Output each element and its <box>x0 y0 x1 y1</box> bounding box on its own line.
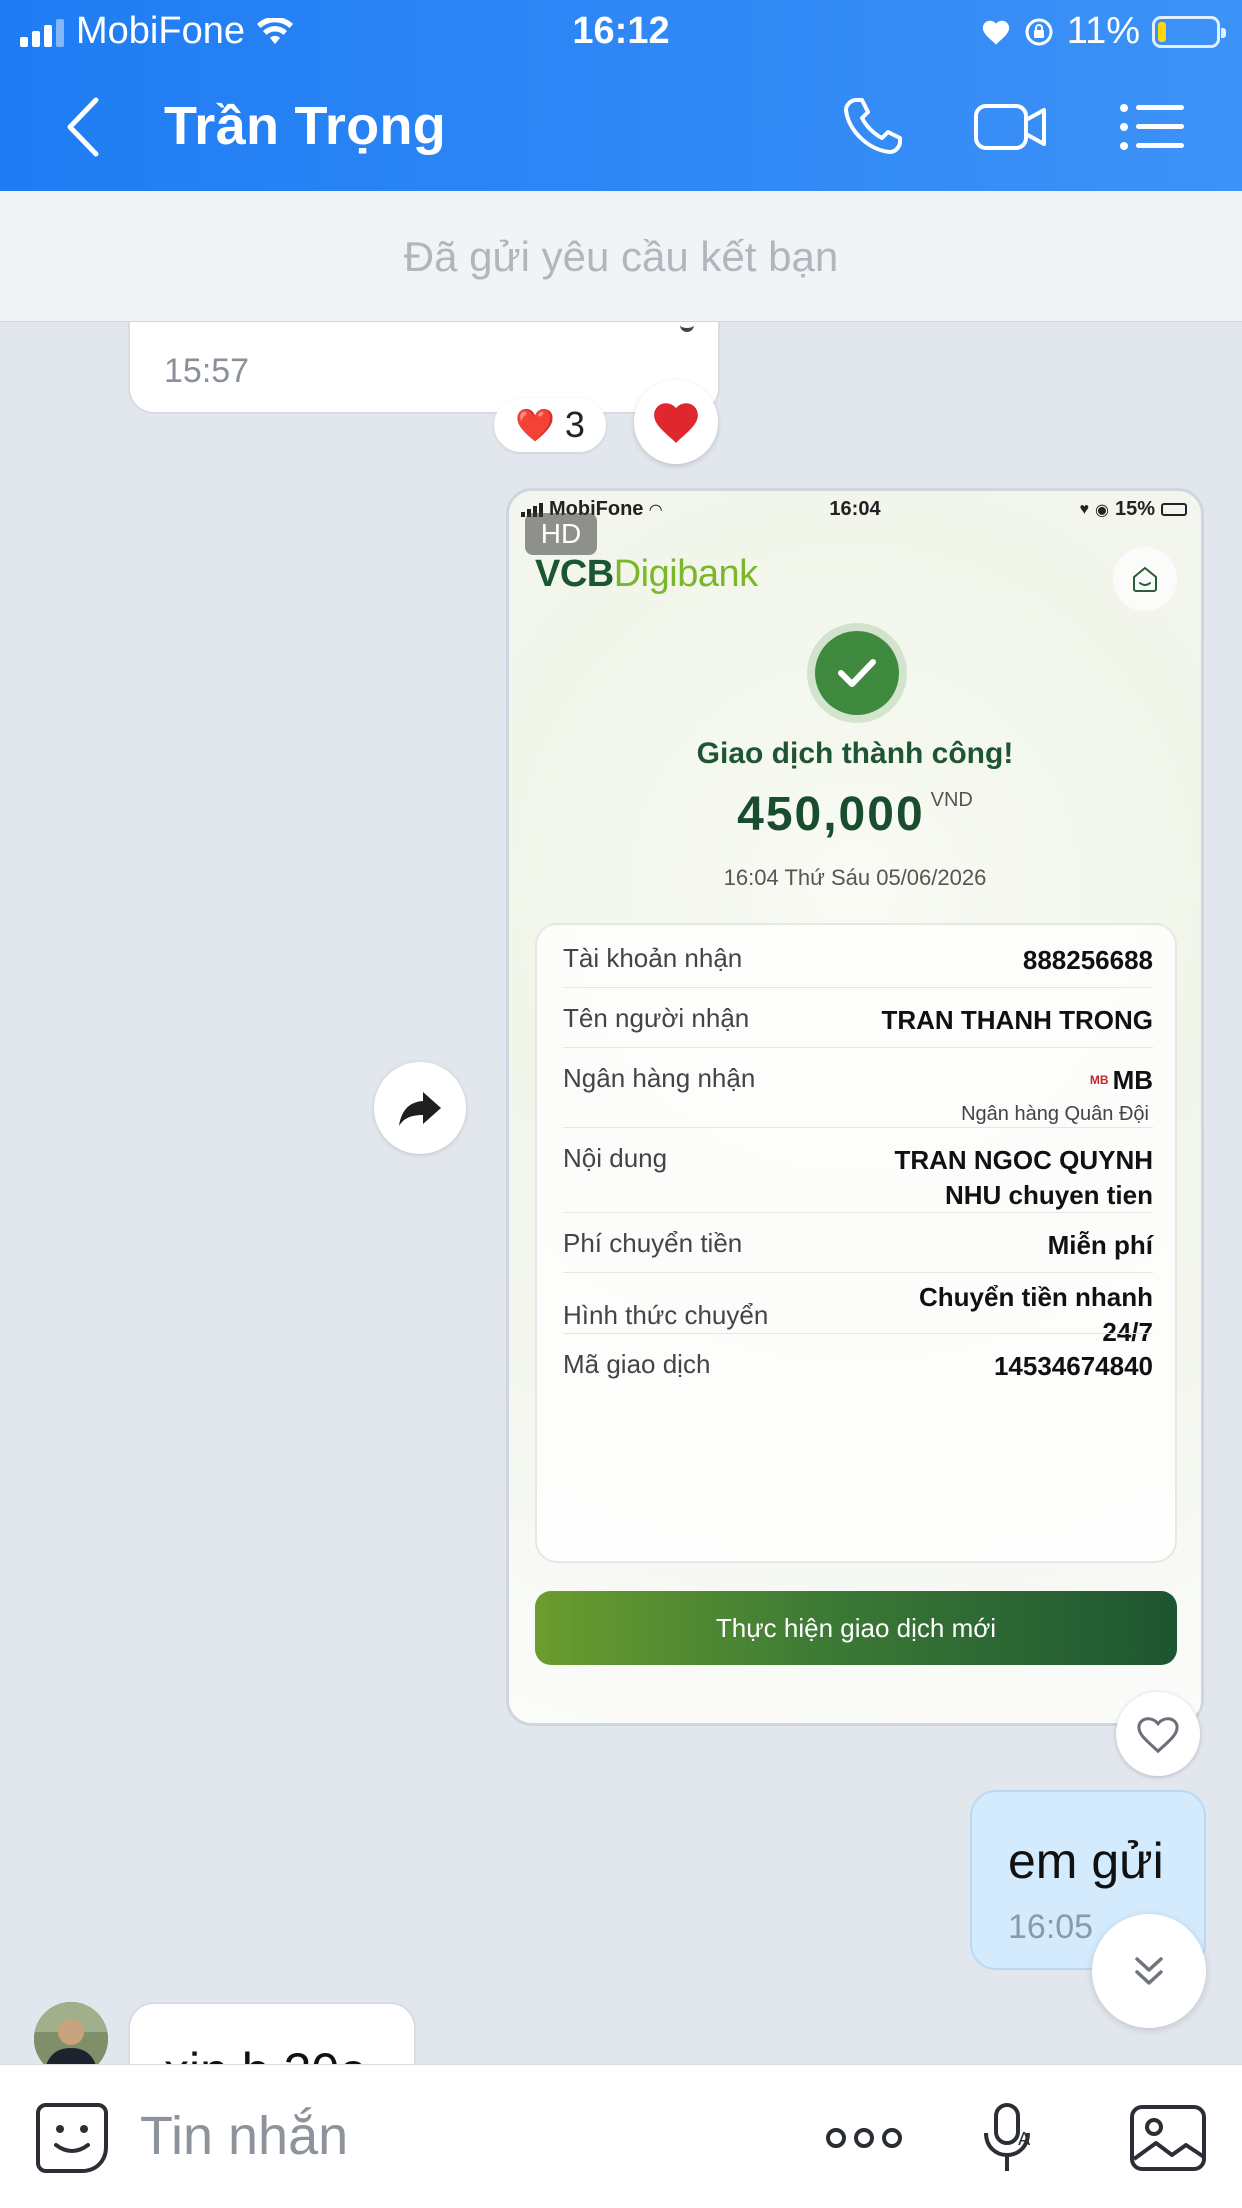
currency-label: VND <box>930 789 973 811</box>
divider <box>563 1272 1153 1273</box>
divider <box>563 987 1153 988</box>
detail-row-transfer-type: Hình thức chuyển Chuyển tiền nhanh 24/7 <box>563 1281 1153 1347</box>
detail-row-account: Tài khoản nhận 888256688 <box>563 943 1153 975</box>
nav-bar: Trần Trọng <box>0 62 1242 191</box>
message-input[interactable] <box>140 2101 740 2171</box>
mb-mini-logo-icon: MB <box>1089 1073 1109 1088</box>
receipt-status-right: ♥ ◉ 15% <box>1079 498 1187 521</box>
success-title: Giao dịch thành công! <box>696 737 1014 770</box>
phone-icon[interactable] <box>836 92 912 162</box>
transfer-amount: 450,000 VND <box>737 788 973 841</box>
battery-percent: 11% <box>1066 10 1140 52</box>
hd-badge: HD <box>525 513 597 555</box>
vcb-digibank-logo: VCBDigibank <box>535 553 758 595</box>
status-right: 11% <box>981 10 1226 53</box>
svg-text:A: A <box>1018 2129 1031 2150</box>
mb-bank-logo: MB MB <box>1089 1065 1153 1095</box>
message-time: 15:57 <box>164 352 250 390</box>
receipt-battery-icon <box>1161 503 1187 516</box>
forward-arrow-icon <box>399 1092 441 1126</box>
video-call-icon[interactable] <box>972 92 1048 162</box>
heart-outline-icon <box>1137 1717 1179 1754</box>
friend-request-banner: Đã gửi yêu cầu kết bạn <box>0 191 1242 322</box>
react-heart-button[interactable] <box>634 380 718 464</box>
reaction-emoji: ❤️ <box>515 407 555 443</box>
detail-row-fee: Phí chuyển tiền Miễn phí <box>563 1228 1153 1260</box>
divider <box>563 1127 1153 1128</box>
divider <box>563 1212 1153 1213</box>
transaction-details-card: Tài khoản nhận 888256688 Tên người nhận … <box>535 923 1177 1563</box>
receipt-heart-icon: ♥ <box>1079 500 1090 518</box>
new-transaction-button: Thực hiện giao dịch mới <box>535 1591 1177 1665</box>
emoji-sticker-icon[interactable] <box>32 2097 112 2177</box>
incoming-message-bubble[interactable]: 15:57 <box>128 322 720 414</box>
divider <box>563 1047 1153 1048</box>
battery-icon <box>1152 15 1226 48</box>
scroll-to-bottom-button[interactable] <box>1092 1914 1206 2028</box>
image-gallery-icon[interactable] <box>1126 2099 1210 2177</box>
detail-row-bank: Ngân hàng nhận MB MB <box>563 1063 1153 1098</box>
forward-button[interactable] <box>374 1062 466 1154</box>
receipt-status-bar: MobiFone ◠ 16:04 ♥ ◉ 15% <box>509 491 1201 531</box>
message-time: 16:05 <box>1008 1908 1094 1946</box>
transaction-datetime: 16:04 Thứ Sáu 05/06/2026 <box>723 865 987 890</box>
bank-full-name: Ngân hàng Quân Đội <box>961 1103 1149 1125</box>
heart-status-icon <box>982 20 1009 44</box>
reaction-count: 3 <box>564 404 585 445</box>
menu-list-icon[interactable] <box>1114 92 1190 162</box>
rotation-lock-icon <box>1025 18 1053 45</box>
detail-row-recipient: Tên người nhận TRAN THANH TRONG <box>563 1003 1153 1035</box>
status-bar: MobiFone 16:12 11% <box>0 0 1242 62</box>
double-chevron-down-icon <box>1135 1957 1163 1985</box>
receipt-rotation-lock-icon: ◉ <box>1095 501 1109 519</box>
message-composer: A <box>0 2064 1242 2208</box>
heart-filled-icon <box>654 403 698 443</box>
like-button[interactable] <box>1116 1692 1200 1776</box>
chat-title[interactable]: Trần Trọng <box>164 95 446 157</box>
message-text: em gửi <box>1008 1833 1164 1889</box>
receipt-battery-percent: 15% <box>1114 498 1155 520</box>
cropped-glyph <box>680 322 694 332</box>
image-message-receipt[interactable]: MobiFone ◠ 16:04 ♥ ◉ 15% HD VCBDigibank … <box>506 488 1204 1726</box>
voice-to-text-icon[interactable]: A <box>966 2099 1050 2177</box>
success-check-icon <box>815 631 899 715</box>
detail-row-content: Nội dung TRAN NGOC QUYNH NHU chuyen tien <box>563 1143 1153 1211</box>
detail-row-transaction-id: Mã giao dịch 14534674840 <box>563 1349 1153 1381</box>
chat-header: MobiFone 16:12 11% Trần Trọng <box>0 0 1242 191</box>
more-dots-icon[interactable] <box>822 2099 906 2177</box>
divider <box>563 1333 1153 1334</box>
reaction-summary[interactable]: ❤️ 3 <box>494 398 606 452</box>
receipt-home-icon <box>1113 547 1177 611</box>
back-icon[interactable] <box>56 92 116 162</box>
